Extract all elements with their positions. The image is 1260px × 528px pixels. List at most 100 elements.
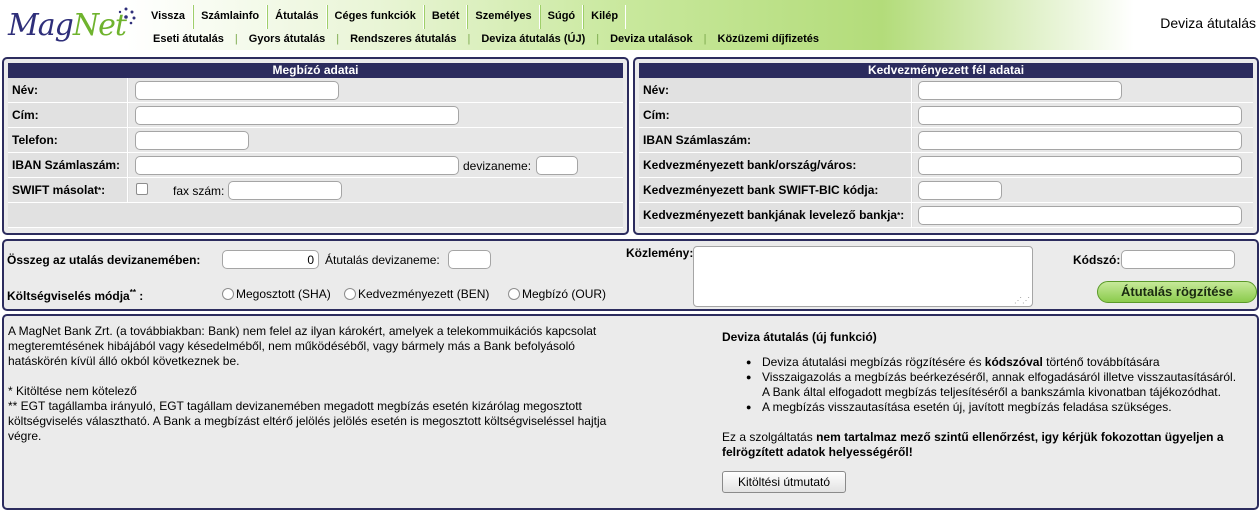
subnav-gyors-atutalas[interactable]: Gyors átutalás — [238, 31, 336, 47]
megbizo-name-input[interactable] — [135, 81, 339, 100]
header-bar: MagNet Vissza Számlainfo Átutalás Céges … — [0, 0, 1260, 50]
megbizo-currency-input[interactable] — [536, 156, 578, 175]
cost-option-our[interactable]: Megbízó (OUR) — [508, 287, 606, 301]
subnav-eseti-atutalas[interactable]: Eseti átutalás — [142, 31, 235, 47]
kedv-corr-label-colon: : — [900, 208, 905, 222]
megbizo-swift-label-text: SWIFT másolat — [12, 183, 99, 197]
subnav-kozuzemi-dijfizetes[interactable]: Közüzemi díjfizetés — [707, 31, 830, 47]
nav-vissza[interactable]: Vissza — [144, 5, 194, 29]
nav-betet[interactable]: Betét — [423, 5, 468, 29]
feature-list: Deviza átutalási megbízás rögzítésére és… — [722, 355, 1258, 415]
cost-label: Költségviselés módja** : — [7, 288, 143, 303]
megbizo-phone-input[interactable] — [135, 131, 249, 150]
kedv-bank-label: Kedvezményezett bank/ország/város: — [639, 153, 912, 177]
kedv-corr-label-text: Kedvezményezett bankjának levelező bankj… — [643, 208, 898, 222]
kedv-swift-label: Kedvezményezett bank SWIFT-BIC kódja: — [639, 178, 912, 202]
cost-option-ben[interactable]: Kedvezményezett (BEN) — [344, 287, 489, 301]
logo-sparkle-icon — [118, 7, 136, 25]
megbizo-row-swift: SWIFT másolat *: fax szám: — [8, 178, 623, 203]
sub-nav: Eseti átutalás | Gyors átutalás | Rendsz… — [142, 31, 830, 47]
kedv-iban-label: IBAN Számlaszám: — [639, 128, 912, 152]
feature-item-text: A Bank által elfogadott megbízás teljesí… — [762, 385, 1221, 399]
transfer-panel: Összeg az utalás devizanemében: Átutalás… — [2, 239, 1259, 311]
kedv-address-input[interactable] — [918, 106, 1242, 125]
megbizo-name-label: Név: — [8, 78, 128, 102]
megbizo-panel-title: Megbízó adatai — [8, 63, 623, 78]
cost-label-colon: : — [135, 289, 144, 303]
radio-sha[interactable] — [222, 288, 234, 300]
megbizo-row-phone: Telefon: — [8, 128, 623, 153]
kedv-row-corr: Kedvezményezett bankjának levelező bankj… — [639, 203, 1253, 228]
note-textarea[interactable]: ⋰⋰ — [693, 246, 1033, 307]
kedv-row-iban: IBAN Számlaszám: — [639, 128, 1253, 153]
kedv-name-input[interactable] — [918, 81, 1122, 100]
transfer-currency-label: Átutalás devizaneme: — [325, 253, 440, 267]
kedv-row-address: Cím: — [639, 103, 1253, 128]
kedv-corr-label: Kedvezményezett bankjának levelező bankj… — [639, 203, 912, 227]
kedvezmenyezett-panel: Kedvezményezett fél adatai Név: Cím: IBA… — [633, 57, 1259, 235]
feature-item: Deviza átutalási megbízás rögzítésére és… — [722, 355, 1258, 370]
nav-atutalas[interactable]: Átutalás — [267, 5, 327, 29]
submit-transfer-button[interactable]: Átutalás rögzítése — [1097, 281, 1257, 303]
feature-item-text: történő továbbítására — [1042, 355, 1160, 369]
kedv-corr-input[interactable] — [918, 206, 1242, 225]
radio-our[interactable] — [508, 288, 520, 300]
megbizo-row-address: Cím: — [8, 103, 623, 128]
resize-grip-icon[interactable]: ⋰⋰ — [1014, 296, 1030, 305]
megbizo-currency-label: devizaneme: — [463, 159, 532, 173]
logo-text-mag: Mag — [8, 8, 74, 43]
cost-option-our-label: Megbízó (OUR) — [522, 287, 607, 301]
main-nav: Vissza Számlainfo Átutalás Céges funkció… — [144, 5, 627, 29]
subnav-rendszeres-atutalas[interactable]: Rendszeres átutalás — [339, 31, 467, 47]
warning-text: Ez a szolgáltatás nem tartalmaz mező szi… — [722, 430, 1258, 460]
megbizo-panel: Megbízó adatai Név: Cím: Telefon: IBAN S… — [2, 57, 629, 235]
kedvezmenyezett-panel-title: Kedvezményezett fél adatai — [639, 63, 1253, 78]
megbizo-iban-label: IBAN Számlaszám: — [8, 153, 128, 177]
radio-ben[interactable] — [344, 288, 356, 300]
magnet-logo[interactable]: MagNet — [8, 6, 138, 46]
megbizo-row-iban: IBAN Számlaszám: devizaneme: — [8, 153, 623, 178]
info-right: Deviza átutalás (új funkció) Deviza átut… — [722, 330, 1258, 460]
cost-option-sha-label: Megosztott (SHA) — [236, 287, 331, 301]
feature-item-text: Visszaigazolás a megbízás beérkezéséről,… — [762, 370, 1237, 384]
nav-ceges-funkciok[interactable]: Céges funkciók — [326, 5, 424, 29]
nav-kilep[interactable]: Kilép — [583, 5, 627, 29]
guide-button[interactable]: Kitöltési útmutató — [722, 471, 846, 493]
nav-szemelyes[interactable]: Személyes — [467, 5, 540, 29]
code-input[interactable] — [1121, 250, 1235, 269]
feature-title: Deviza átutalás (új funkció) — [722, 330, 877, 344]
fax-label: fax szám: — [173, 184, 225, 198]
megbizo-iban-input[interactable] — [135, 156, 459, 175]
feature-item-text: Deviza átutalási megbízás rögzítésére és — [762, 355, 985, 369]
swift-copy-checkbox[interactable] — [136, 183, 148, 195]
note-egt-text: ** EGT tagállamba irányuló, EGT tagállam… — [8, 399, 607, 443]
megbizo-address-input[interactable] — [135, 106, 459, 125]
subnav-deviza-atutalas-uj[interactable]: Deviza átutalás (ÚJ) — [470, 31, 596, 47]
amount-input[interactable] — [222, 250, 319, 269]
kedv-name-label: Név: — [639, 78, 912, 102]
kedv-iban-input[interactable] — [918, 131, 1242, 150]
feature-item-bold: kódszóval — [984, 355, 1043, 369]
kedv-swift-input[interactable] — [918, 181, 1002, 200]
note-optional-text: * Kitöltése nem kötelező — [8, 384, 137, 398]
page-title: Deviza átutalás — [1160, 15, 1256, 31]
megbizo-address-label: Cím: — [8, 103, 128, 127]
cost-label-text: Költségviselés módja — [7, 289, 130, 303]
note-label: Közlemény: — [626, 246, 694, 260]
kedv-bank-input[interactable] — [918, 156, 1242, 175]
nav-sugo[interactable]: Súgó — [539, 5, 584, 29]
cost-option-sha[interactable]: Megosztott (SHA) — [222, 287, 331, 301]
cost-option-ben-label: Kedvezményezett (BEN) — [358, 287, 490, 301]
disclaimer-text: A MagNet Bank Zrt. (a továbbiakban: Bank… — [8, 324, 597, 368]
megbizo-swift-label: SWIFT másolat *: — [8, 178, 128, 202]
megbizo-row-empty — [8, 203, 623, 228]
subnav-deviza-utalasok[interactable]: Deviza utalások — [599, 31, 704, 47]
fax-input[interactable] — [228, 181, 342, 200]
feature-item: A megbízás visszautasítása esetén új, ja… — [722, 400, 1258, 415]
kedv-row-name: Név: — [639, 78, 1253, 103]
info-left: A MagNet Bank Zrt. (a továbbiakban: Bank… — [8, 324, 618, 444]
nav-szamlainfo[interactable]: Számlainfo — [193, 5, 268, 29]
megbizo-swift-label-colon: : — [101, 183, 106, 197]
feature-item: Visszaigazolás a megbízás beérkezéséről,… — [722, 370, 1258, 400]
transfer-currency-input[interactable] — [448, 250, 491, 269]
